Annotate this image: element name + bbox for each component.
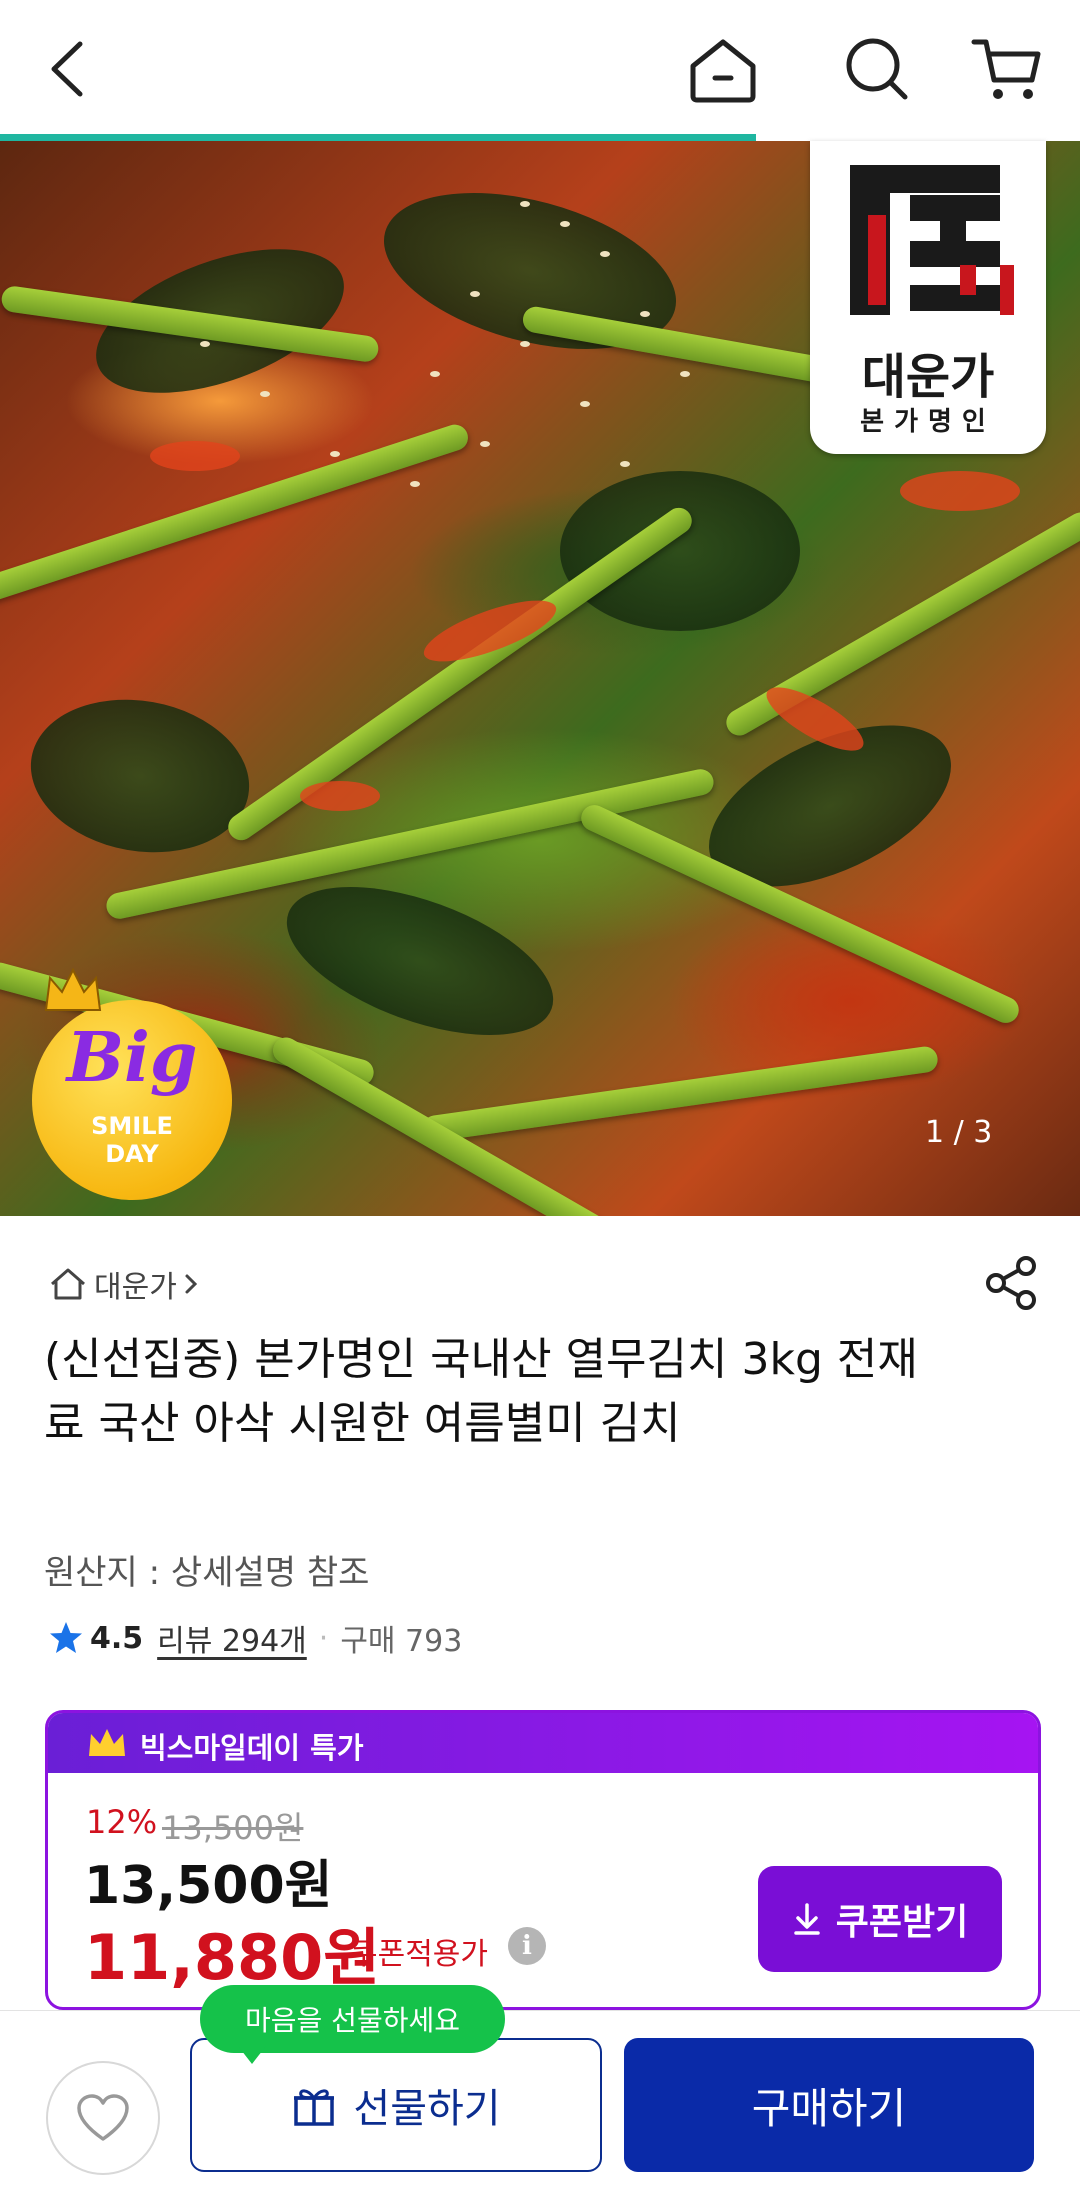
badge-big-text: Big <box>66 1018 198 1098</box>
share-button[interactable] <box>984 1254 1040 1316</box>
badge-smile-day-text: SMILE DAY <box>32 1112 232 1168</box>
chevron-right-icon <box>185 1274 197 1294</box>
store-name: 대운가 <box>94 1270 177 1305</box>
gift-tooltip-tail <box>238 2046 266 2064</box>
brand-logo-subtitle: 본가명인 <box>860 407 996 437</box>
download-icon <box>794 1903 820 1935</box>
store-link[interactable]: 대운가 <box>48 1262 199 1306</box>
badge-smile-line: SMILE <box>91 1112 173 1140</box>
cart-icon <box>971 39 1041 99</box>
purchase-count: 구매 793 <box>340 1624 463 1659</box>
coupon-price: 11,880원 <box>84 1921 381 1994</box>
top-navigation-bar <box>0 0 1080 134</box>
bottom-action-bar: 선물하기 구매하기 <box>0 2010 1080 2195</box>
crown-icon <box>44 967 102 1011</box>
heart-icon <box>77 2094 129 2141</box>
discount-percent: 12% <box>86 1803 158 1841</box>
search-icon <box>846 38 908 100</box>
brand-logo-title: 대운가 <box>861 349 995 405</box>
separator-dot: · <box>318 1620 329 1656</box>
special-price-header: 빅스마일데이 특가 <box>48 1713 1038 1773</box>
brand-logo: 대운가 본가명인 <box>810 141 1046 454</box>
gift-icon <box>294 2089 335 2126</box>
home-icon <box>690 39 756 103</box>
share-icon <box>986 1256 1036 1310</box>
review-link[interactable]: 리뷰 294개 <box>157 1616 307 1660</box>
product-title: (신선집중) 본가명인 국내산 열무김치 3kg 전재료 국산 아삭 시원한 여… <box>44 1334 918 1449</box>
badge-day-line: DAY <box>105 1140 159 1168</box>
back-arrow-icon <box>51 41 83 97</box>
rating-row: 4.5 리뷰 294개 · 구매 793 <box>48 1616 462 1660</box>
search-button[interactable] <box>832 24 922 114</box>
star-icon <box>50 1622 82 1653</box>
get-coupon-label: 쿠폰받기 <box>835 1902 969 1943</box>
store-home-icon <box>51 1268 85 1300</box>
buy-button[interactable]: 구매하기 <box>624 2038 1034 2172</box>
wishlist-button[interactable] <box>46 2061 160 2175</box>
back-button[interactable] <box>22 24 112 114</box>
image-counter: 1 / 3 <box>925 1115 993 1150</box>
cart-button[interactable] <box>962 24 1052 114</box>
buy-button-label: 구매하기 <box>751 2083 907 2133</box>
crown-icon <box>89 1729 125 1756</box>
special-price-label: 빅스마일데이 특가 <box>140 1731 364 1765</box>
gift-tooltip: 마음을 선물하세요 <box>200 1985 505 2053</box>
image-progress-bar <box>0 134 756 141</box>
brand-logo-mark <box>850 165 1014 315</box>
get-coupon-button[interactable]: 쿠폰받기 <box>758 1866 1002 1972</box>
origin-info: 원산지 : 상세설명 참조 <box>44 1553 370 1593</box>
gift-button-label: 선물하기 <box>353 2086 501 2132</box>
rating-value: 4.5 <box>90 1620 144 1656</box>
big-smile-day-badge: Big SMILE DAY <box>32 967 232 1200</box>
special-price-box: 빅스마일데이 특가 12% 13,500원 13,500원 11,880원 쿠폰… <box>45 1710 1041 2010</box>
info-icon[interactable]: i <box>508 1927 546 1965</box>
coupon-price-label: 쿠폰적용가 <box>350 1937 488 1972</box>
home-button[interactable] <box>678 24 768 114</box>
